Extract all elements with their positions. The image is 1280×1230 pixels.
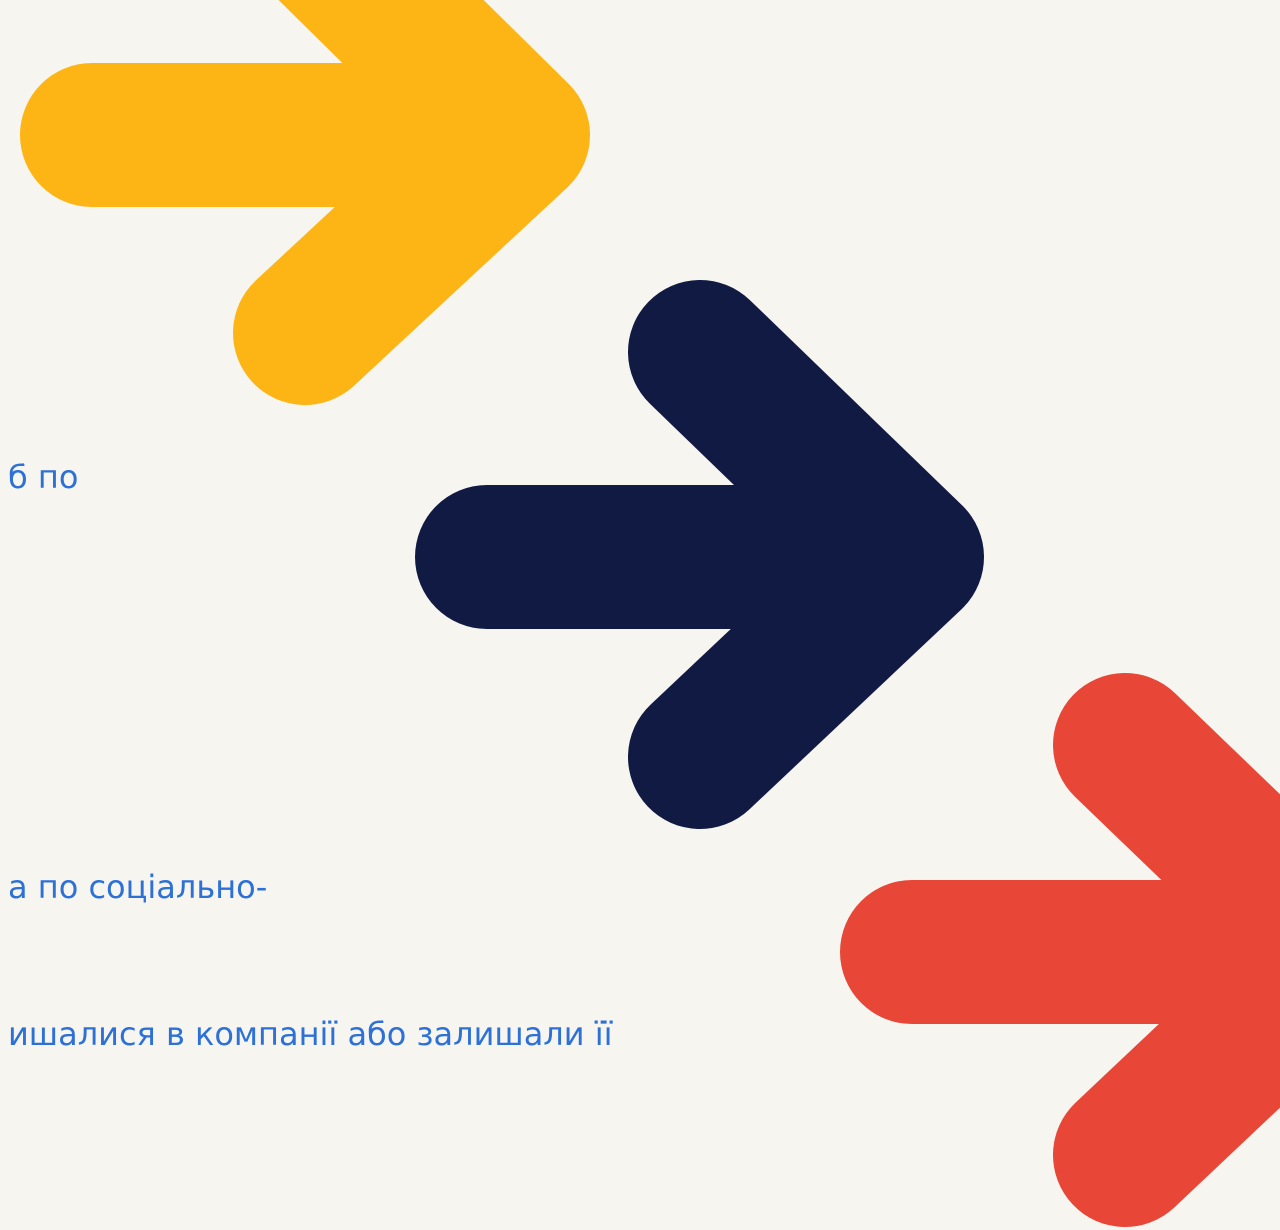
text-line-1: б по bbox=[8, 458, 79, 496]
text-line-3: ишалися в компанії або залишали її bbox=[8, 1015, 613, 1053]
navy-arrow-icon bbox=[415, 280, 984, 829]
red-arrow-icon bbox=[840, 673, 1280, 1227]
text-line-2: а по соціально- bbox=[8, 868, 268, 906]
slide-canvas: б по а по соціально- ишалися в компанії … bbox=[0, 0, 1280, 1230]
yellow-arrow-icon bbox=[20, 0, 590, 405]
